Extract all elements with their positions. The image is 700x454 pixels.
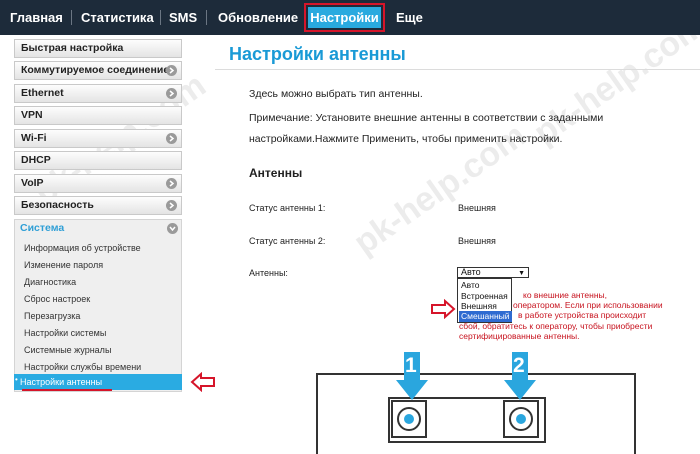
sidebar-item-voip[interactable]: VoIP	[14, 174, 182, 193]
caret-down-icon: ▼	[518, 270, 525, 277]
antenna-type-label: Антенны:	[249, 268, 288, 278]
warning-line: в работе устройства происходит	[518, 310, 647, 320]
submenu-change-password[interactable]: Изменение пароля	[24, 260, 103, 270]
nav-separator	[206, 10, 207, 25]
sidebar-item-quick-setup[interactable]: Быстрая настройка	[14, 39, 182, 58]
nav-settings-highlight: Настройки	[304, 3, 385, 32]
nav-more[interactable]: Еще	[396, 0, 423, 35]
sidebar-item-ethernet[interactable]: Ethernet	[14, 84, 182, 103]
sidebar-item-system[interactable]: Система	[14, 219, 182, 238]
submenu-system-logs[interactable]: Системные журналы	[24, 345, 111, 355]
chevron-right-icon	[166, 200, 177, 211]
nav-sms[interactable]: SMS	[169, 0, 197, 35]
submenu-antenna-settings-label: Настройки антенны	[20, 377, 103, 387]
nav-settings[interactable]: Настройки	[308, 7, 381, 28]
submenu-time-settings[interactable]: Настройки службы времени	[24, 362, 141, 372]
sidebar-item-label: VoIP	[21, 177, 44, 189]
antenna2-status-value: Внешняя	[458, 236, 496, 246]
sidebar-item-label: VPN	[21, 109, 43, 121]
warning-line: оператором. Если при использовании	[513, 300, 663, 310]
chevron-down-icon	[167, 223, 178, 234]
section-title: Антенны	[249, 166, 303, 180]
note-text-line1: Примечание: Установите внешние антенны в…	[249, 112, 604, 124]
sidebar-item-label: Коммутируемое соединение	[21, 64, 170, 76]
antenna-type-select[interactable]: Авто ▼	[457, 267, 529, 278]
chevron-right-icon	[166, 88, 177, 99]
submenu-reset[interactable]: Сброс настроек	[24, 294, 90, 304]
sidebar-item-dhcp[interactable]: DHCP	[14, 151, 182, 170]
submenu-system-settings[interactable]: Настройки системы	[24, 328, 106, 338]
chevron-right-icon	[166, 65, 177, 76]
chevron-right-icon	[166, 133, 177, 144]
antenna-ports	[391, 400, 539, 438]
pointer-arrow-icon	[431, 299, 456, 319]
warning-line: ко внешние антенны,	[523, 290, 607, 300]
sidebar-item-label: Ethernet	[21, 87, 64, 99]
intro-text: Здесь можно выбрать тип антенны.	[249, 88, 423, 100]
chevron-right-icon	[166, 178, 177, 189]
select-value: Авто	[461, 267, 481, 277]
option-auto[interactable]: Авто	[459, 280, 512, 291]
sidebar-item-label: Быстрая настройка	[21, 42, 124, 54]
callout-number-2: 2	[513, 354, 525, 377]
warning-line: сбой, обратитесь к оператору, чтобы прио…	[459, 321, 653, 331]
sidebar-item-dialup[interactable]: Коммутируемое соединение	[14, 61, 182, 80]
sidebar-item-label: Безопасность	[21, 199, 94, 211]
nav-separator	[71, 10, 72, 25]
top-navigation: Главная Статистика SMS Обновление Настро…	[0, 0, 700, 35]
warning-line: сертифицированные антенны.	[459, 331, 580, 341]
sidebar-item-label: Система	[20, 222, 65, 234]
divider	[215, 69, 700, 70]
sidebar-item-security[interactable]: Безопасность	[14, 196, 182, 215]
sidebar-item-label: DHCP	[21, 154, 51, 166]
antenna1-status-label: Статус антенны 1:	[249, 203, 326, 213]
submenu-device-info[interactable]: Информация об устройстве	[24, 243, 141, 253]
pointer-arrow-icon	[190, 372, 215, 392]
note-text-line2: настройками.Нажмите Применить, чтобы при…	[249, 133, 563, 145]
submenu-reboot[interactable]: Перезагрузка	[24, 311, 80, 321]
antenna-type-dropdown: Авто Встроенная Внешняя Смешанный	[457, 278, 512, 323]
nav-home[interactable]: Главная	[10, 0, 63, 35]
nav-separator	[160, 10, 161, 25]
nav-statistics[interactable]: Статистика	[81, 0, 154, 35]
sidebar-item-label: Wi-Fi	[21, 132, 47, 144]
nav-update[interactable]: Обновление	[218, 0, 298, 35]
red-underline	[22, 389, 112, 391]
sidebar-item-vpn[interactable]: VPN	[14, 106, 182, 125]
antenna2-status-label: Статус антенны 2:	[249, 236, 326, 246]
bullet-icon: •	[15, 375, 18, 384]
antenna1-status-value: Внешняя	[458, 203, 496, 213]
sidebar-item-wifi[interactable]: Wi-Fi	[14, 129, 182, 148]
callout-number-1: 1	[405, 354, 417, 377]
submenu-diagnostics[interactable]: Диагностика	[24, 277, 76, 287]
page-title: Настройки антенны	[229, 44, 406, 64]
